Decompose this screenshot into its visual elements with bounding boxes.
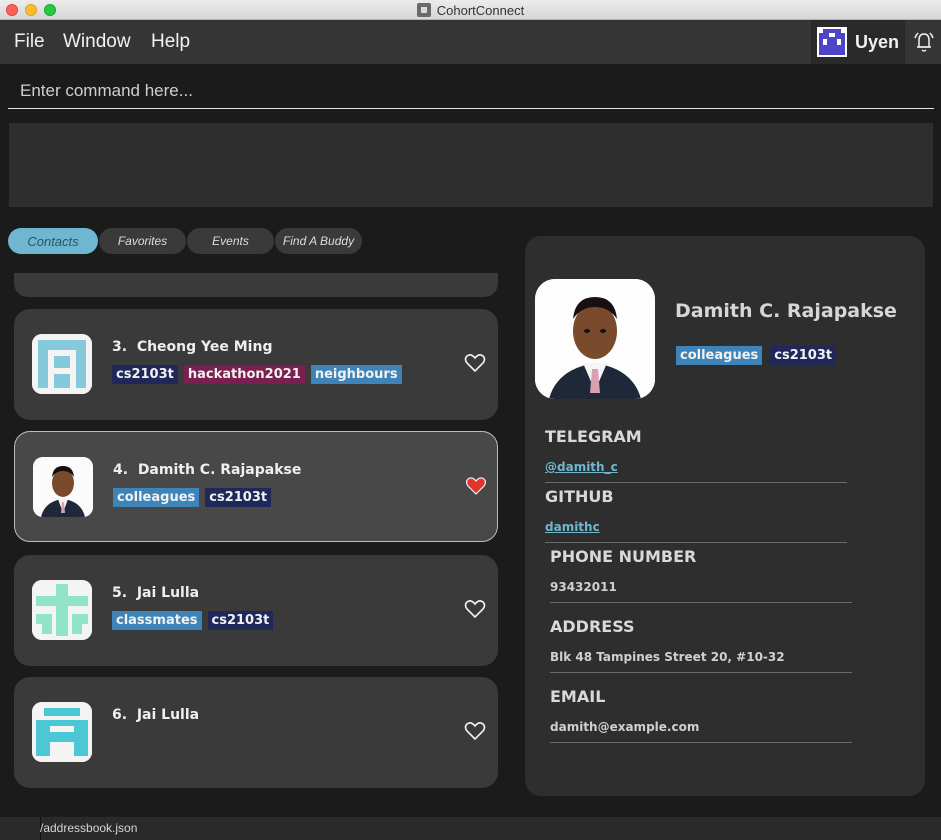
tab-favorites[interactable]: Favorites (99, 228, 186, 254)
heart-outline-icon[interactable] (464, 599, 486, 619)
contact-name: 4. Damith C. Rajapakse (113, 462, 302, 478)
divider (545, 482, 847, 483)
save-location-path: /addressbook.json (40, 821, 138, 835)
window-title-bar: CohortConnect (0, 0, 941, 20)
tag-badge: colleagues (676, 346, 763, 365)
contact-tags: colleagues cs2103t (113, 488, 272, 507)
divider (550, 742, 852, 743)
tag-badge: hackathon2021 (183, 365, 305, 384)
tag-badge: cs2103t (770, 346, 837, 365)
menu-window[interactable]: Window (63, 31, 131, 53)
user-name: Uyen (855, 31, 900, 52)
menu-help[interactable]: Help (151, 31, 190, 53)
heart-outline-icon[interactable] (464, 721, 486, 741)
tab-contacts[interactable]: Contacts (8, 228, 98, 254)
contact-tags: classmates cs2103t (112, 611, 274, 630)
contact-name: 3. Cheong Yee Ming (112, 339, 273, 355)
contact-avatar (32, 580, 92, 640)
detail-name: Damith C. Rajapakse (675, 300, 897, 322)
telegram-label: TELEGRAM (545, 427, 642, 446)
contact-card[interactable]: 6. Jai Lulla (14, 677, 498, 788)
phone-value: 93432011 (550, 580, 617, 594)
heart-filled-icon[interactable] (465, 476, 487, 496)
tab-find-a-buddy[interactable]: Find A Buddy (275, 228, 362, 254)
tag-badge: colleagues (113, 488, 200, 507)
menu-bar: File Window Help Uyen (0, 20, 941, 64)
divider (550, 602, 852, 603)
email-value: damith@example.com (550, 720, 700, 734)
contact-name: 5. Jai Lulla (112, 585, 200, 601)
divider (550, 672, 852, 673)
command-area (0, 64, 941, 114)
window-title: CohortConnect (436, 2, 525, 18)
contact-avatar (32, 334, 92, 394)
address-label: ADDRESS (550, 617, 635, 636)
contact-card[interactable]: 5. Jai Lulla classmates cs2103t (14, 555, 498, 666)
contact-name: 6. Jai Lulla (112, 707, 200, 723)
app-icon (416, 3, 431, 17)
tab-events[interactable]: Events (187, 228, 274, 254)
contact-detail-panel: Damith C. Rajapakse colleagues cs2103t T… (525, 236, 925, 796)
heart-outline-icon[interactable] (464, 353, 486, 373)
tag-badge: cs2103t (205, 488, 272, 507)
address-value: Blk 48 Tampines Street 20, #10-32 (550, 650, 785, 664)
github-link[interactable]: damithc (545, 520, 600, 534)
detail-photo (535, 279, 655, 399)
contact-tags: cs2103t hackathon2021 neighbours (112, 365, 402, 384)
divider (545, 542, 847, 543)
user-profile-button[interactable]: Uyen (811, 20, 905, 64)
tag-badge: classmates (112, 611, 202, 630)
github-label: GITHUB (545, 487, 614, 506)
status-bar: /addressbook.json (0, 817, 941, 840)
contact-card[interactable]: 3. Cheong Yee Ming cs2103t hackathon2021… (14, 309, 498, 420)
tab-bar: Contacts Favorites Events Find A Buddy (8, 228, 362, 254)
contact-card-selected[interactable]: 4. Damith C. Rajapakse colleagues cs2103… (14, 431, 498, 542)
tag-badge: neighbours (310, 365, 402, 384)
user-avatar (817, 27, 847, 57)
list-item-partial[interactable] (14, 273, 498, 297)
contact-avatar (32, 702, 92, 762)
phone-label: PHONE NUMBER (550, 547, 697, 566)
result-display (9, 123, 933, 207)
contact-avatar (33, 457, 93, 517)
bell-icon[interactable] (912, 30, 936, 54)
command-input[interactable] (8, 73, 934, 109)
telegram-link[interactable]: @damith_c (545, 460, 618, 474)
tag-badge: cs2103t (207, 611, 274, 630)
email-label: EMAIL (550, 687, 606, 706)
tag-badge: cs2103t (112, 365, 178, 384)
detail-tags: colleagues cs2103t (676, 346, 837, 365)
menu-file[interactable]: File (14, 31, 45, 53)
